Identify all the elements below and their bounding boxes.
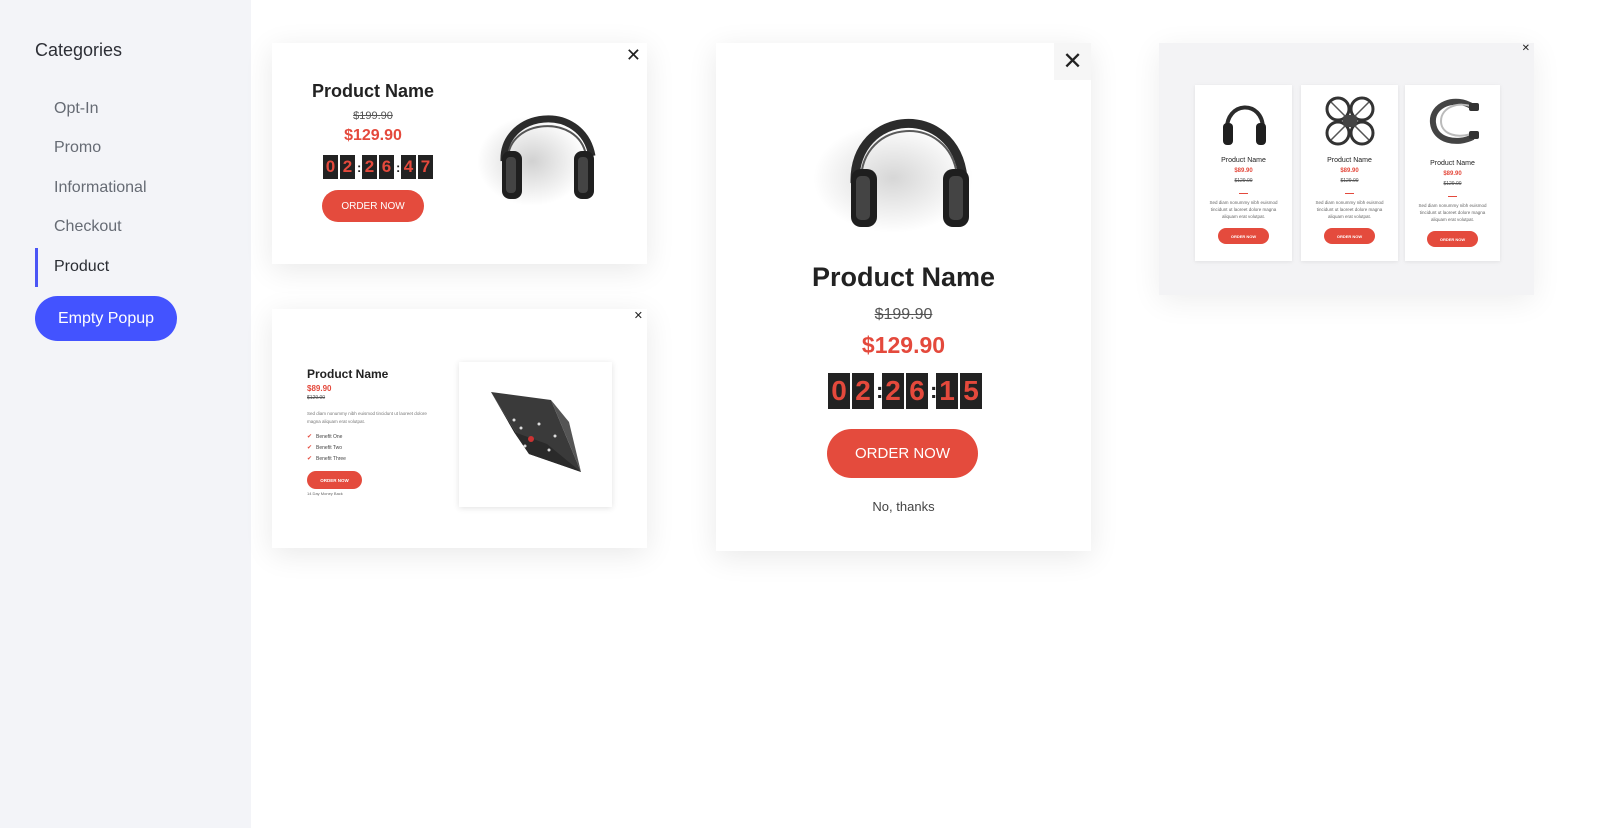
timer-digit: 1	[936, 373, 958, 409]
product-title: Product Name	[307, 367, 389, 381]
close-icon[interactable]: ✕	[1522, 43, 1530, 54]
benefit-label: Benefit Three	[316, 456, 346, 462]
category-checkout[interactable]: Checkout	[35, 208, 147, 247]
product-old-price: $129.00	[1340, 178, 1359, 184]
product-title: Product Name	[311, 81, 435, 101]
order-now-button[interactable]: ORDER NOW	[827, 429, 978, 478]
category-product[interactable]: Product	[35, 247, 147, 287]
product-old-price: $129.00	[1443, 181, 1462, 187]
product-description: Sed diam nonummy nibh euismod tincidunt …	[1209, 200, 1278, 219]
order-now-button[interactable]: ORDER NOW	[1427, 231, 1478, 247]
new-price: $129.90	[344, 127, 402, 144]
benefit-item: ✔ Benefit One	[307, 432, 346, 443]
speaker-image	[491, 392, 581, 472]
product-name: Product Name	[1327, 157, 1372, 164]
product-title: Product Name	[811, 262, 996, 292]
close-icon[interactable]: ✕	[626, 45, 641, 66]
product-card: Product Name $89.90 $129.00 Sed diam non…	[1405, 85, 1500, 261]
price: $89.90	[307, 384, 332, 393]
new-price: $129.90	[861, 332, 946, 358]
headphones-image	[1223, 105, 1266, 145]
check-icon: ✔	[307, 456, 313, 462]
popup-template-countdown-large[interactable]: ✕ Product Name $199.90 $129.90 0 2 : 2 6…	[716, 43, 1091, 551]
order-now-button[interactable]: ORDER NOW	[307, 471, 362, 489]
timer-digit: 0	[323, 155, 338, 179]
timer-digit: 2	[340, 155, 355, 179]
product-name: Product Name	[1221, 157, 1266, 164]
timer-separator: :	[357, 159, 362, 175]
benefits-list: ✔ Benefit One ✔ Benefit Two ✔ Benefit Three	[307, 432, 346, 465]
product-price: $89.90	[1340, 168, 1359, 174]
popup-template-benefits[interactable]: ✕ Product Name $89.90 $129.00 Sed diam n…	[272, 309, 647, 548]
product-description: Sed diam nonummy nibh euismod tincidunt …	[1315, 200, 1384, 219]
headphones-image	[477, 115, 596, 206]
countdown-timer: 0 2 : 2 6 : 4 7	[323, 155, 435, 179]
product-old-price: $129.00	[1234, 178, 1253, 184]
popup-template-product-grid[interactable]: ✕ Product Name $89.90 $129.00 Sed diam n…	[1159, 43, 1534, 295]
divider	[1239, 193, 1248, 194]
benefit-item: ✔ Benefit Three	[307, 454, 346, 465]
order-now-button[interactable]: ORDER NOW	[1324, 228, 1375, 244]
order-now-button[interactable]: ORDER NOW	[322, 190, 424, 222]
category-informational[interactable]: Informational	[35, 169, 147, 208]
category-list: Opt-In Promo Informational Checkout Prod…	[35, 90, 147, 287]
category-opt-in[interactable]: Opt-In	[35, 90, 147, 129]
headphones-image	[813, 119, 973, 233]
sidebar: Categories Opt-In Promo Informational Ch…	[0, 0, 251, 828]
benefit-label: Benefit Two	[316, 445, 343, 451]
product-card: Product Name $89.90 $129.00 Sed diam non…	[1195, 85, 1292, 261]
divider	[1448, 196, 1457, 197]
popup-template-countdown-small[interactable]: ✕ Product Name $199.90 $129.90 0 2 : 2 6…	[272, 43, 647, 264]
timer-digit: 7	[418, 155, 433, 179]
product-description: Sed diam nonummy nibh euismod tincidunt …	[307, 411, 427, 424]
empty-popup-button[interactable]: Empty Popup	[35, 296, 177, 341]
product-name: Product Name	[1430, 160, 1475, 167]
category-promo[interactable]: Promo	[35, 129, 147, 168]
divider	[1345, 193, 1354, 194]
check-icon: ✔	[307, 434, 313, 440]
product-card: Product Name $89.90 $129.00 Sed diam non…	[1301, 85, 1398, 261]
timer-digit: 2	[882, 373, 904, 409]
check-icon: ✔	[307, 445, 313, 451]
timer-digit: 6	[906, 373, 928, 409]
timer-digit: 6	[379, 155, 394, 179]
product-image-frame	[459, 362, 612, 507]
timer-separator: :	[930, 378, 938, 403]
drone-image	[1325, 96, 1375, 146]
no-thanks-link[interactable]: No, thanks	[716, 499, 1091, 514]
close-icon[interactable]: ✕	[634, 309, 643, 322]
timer-digit: 2	[852, 373, 874, 409]
order-now-button[interactable]: ORDER NOW	[1218, 228, 1269, 244]
timer-digit: 5	[960, 373, 982, 409]
timer-digit: 0	[828, 373, 850, 409]
categories-heading: Categories	[35, 40, 123, 60]
product-price: $89.90	[1234, 168, 1253, 174]
guarantee-text: 14 Day Money Back	[307, 491, 343, 496]
countdown-timer: 0 2 : 2 6 : 1 5	[828, 373, 984, 409]
timer-separator: :	[396, 159, 401, 175]
old-price: $199.90	[874, 306, 933, 323]
timer-digit: 2	[362, 155, 377, 179]
close-icon[interactable]: ✕	[1054, 43, 1091, 80]
benefit-item: ✔ Benefit Two	[307, 443, 346, 454]
product-price: $89.90	[1443, 171, 1462, 177]
benefit-label: Benefit One	[316, 434, 343, 440]
timer-digit: 4	[401, 155, 416, 179]
old-price: $129.00	[307, 395, 326, 401]
timer-separator: :	[876, 378, 884, 403]
old-price: $199.90	[353, 110, 393, 122]
product-description: Sed diam nonummy nibh euismod tincidunt …	[1418, 203, 1487, 222]
neckband-headphones-image	[1429, 98, 1479, 144]
